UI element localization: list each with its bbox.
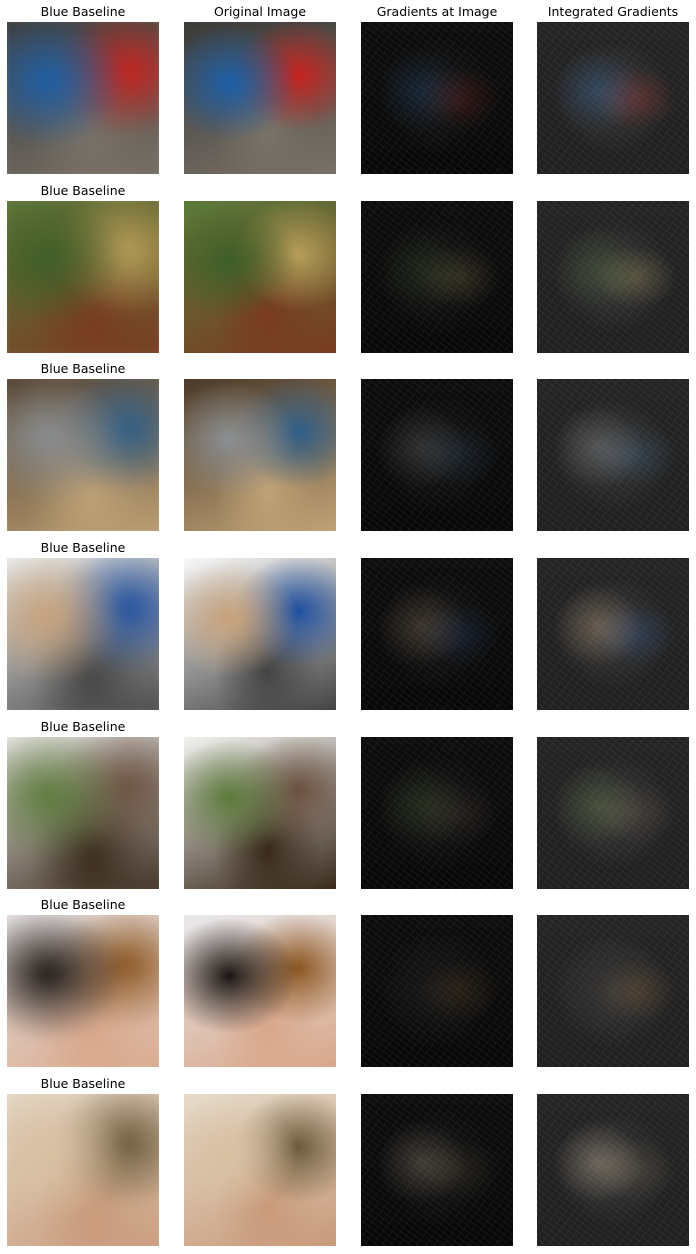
baseline-image-chestnuts-on-grass bbox=[7, 201, 159, 353]
baseline-image-snake-on-arm bbox=[7, 1094, 159, 1246]
original-image-puppy bbox=[184, 915, 336, 1067]
baseline-image-puppy bbox=[7, 915, 159, 1067]
integrated-image-reflective-dome bbox=[537, 379, 689, 531]
row-title-baseline: Blue Baseline bbox=[40, 897, 126, 912]
baseline-image-atm-wall bbox=[7, 22, 159, 174]
original-image-reflective-dome bbox=[184, 379, 336, 531]
integrated-image-snake-on-arm bbox=[537, 1094, 689, 1246]
integrated-image-puppy bbox=[537, 915, 689, 1067]
row-title-baseline: Blue Baseline bbox=[40, 361, 126, 376]
column-title-baseline: Blue Baseline bbox=[40, 4, 126, 19]
integrated-image-fishing-reel bbox=[537, 558, 689, 710]
row-title-baseline: Blue Baseline bbox=[40, 1076, 126, 1091]
integrated-image-chestnuts-on-grass bbox=[537, 201, 689, 353]
gradients-image-reflective-dome bbox=[361, 379, 513, 531]
original-image-chestnuts-on-grass bbox=[184, 201, 336, 353]
figure-grid: Blue Baseline Original Image Gradients at … bbox=[0, 0, 696, 1254]
original-image-bird-on-stump bbox=[184, 737, 336, 889]
row-title-baseline: Blue Baseline bbox=[40, 540, 126, 555]
gradients-image-snake-on-arm bbox=[361, 1094, 513, 1246]
column-title-gradients: Gradients at Image bbox=[376, 4, 498, 19]
original-image-snake-on-arm bbox=[184, 1094, 336, 1246]
gradients-image-atm-wall bbox=[361, 22, 513, 174]
integrated-image-bird-on-stump bbox=[537, 737, 689, 889]
baseline-image-reflective-dome bbox=[7, 379, 159, 531]
gradients-image-chestnuts-on-grass bbox=[361, 201, 513, 353]
baseline-image-bird-on-stump bbox=[7, 737, 159, 889]
original-image-atm-wall bbox=[184, 22, 336, 174]
column-title-integrated: Integrated Gradients bbox=[547, 4, 679, 19]
baseline-image-fishing-reel bbox=[7, 558, 159, 710]
integrated-image-atm-wall bbox=[537, 22, 689, 174]
column-title-original: Original Image bbox=[213, 4, 307, 19]
original-image-fishing-reel bbox=[184, 558, 336, 710]
gradients-image-puppy bbox=[361, 915, 513, 1067]
row-title-baseline: Blue Baseline bbox=[40, 183, 126, 198]
gradients-image-bird-on-stump bbox=[361, 737, 513, 889]
row-title-baseline: Blue Baseline bbox=[40, 719, 126, 734]
gradients-image-fishing-reel bbox=[361, 558, 513, 710]
